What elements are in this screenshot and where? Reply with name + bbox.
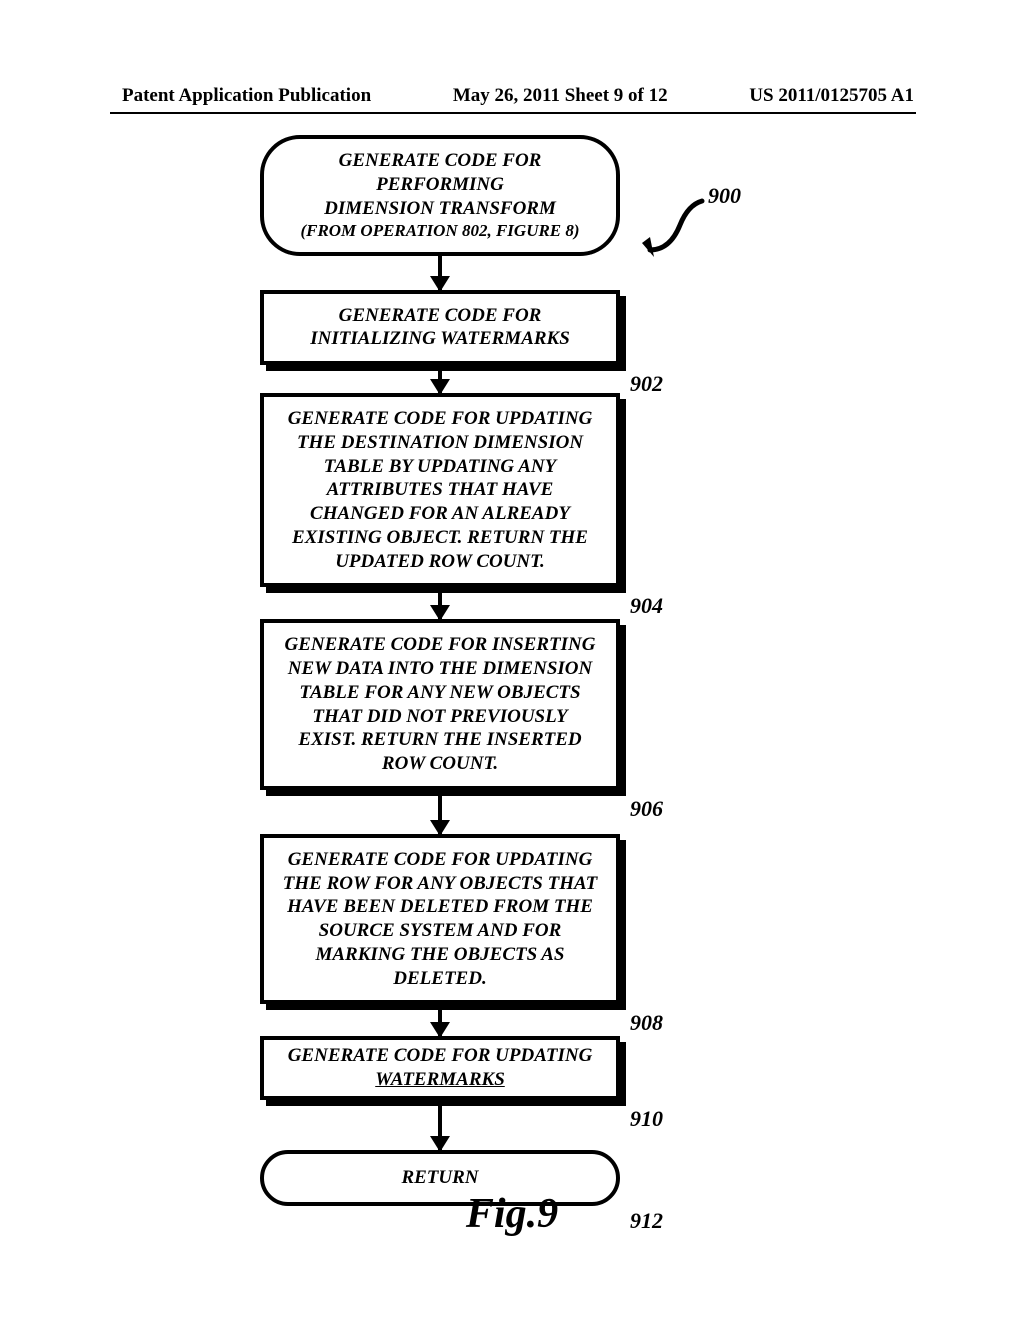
arrow-2 [438, 365, 442, 393]
s906-l3: TABLE FOR ANY NEW OBJECTS [278, 681, 602, 705]
start-line3: (FROM OPERATION 802, FIGURE 8) [286, 220, 594, 241]
return-text: RETURN [286, 1166, 594, 1190]
s906-l4: THAT DID NOT PREVIOUSLY [278, 705, 602, 729]
s904-l2: THE DESTINATION DIMENSION [278, 431, 602, 455]
process-910: GENERATE CODE FOR UPDATING WATERMARKS [260, 1036, 620, 1100]
s910-l1: GENERATE CODE FOR UPDATING [278, 1044, 602, 1068]
flowchart: GENERATE CODE FOR PERFORMING DIMENSION T… [0, 135, 1024, 1206]
header-rule [110, 112, 916, 114]
process-904: GENERATE CODE FOR UPDATING THE DESTINATI… [260, 393, 620, 587]
s902-l2: INITIALIZING WATERMARKS [278, 327, 602, 351]
s904-l4: ATTRIBUTES THAT HAVE [278, 478, 602, 502]
s904-l1: GENERATE CODE FOR UPDATING [278, 407, 602, 431]
arrow-5 [438, 1004, 442, 1036]
page-header: Patent Application Publication May 26, 2… [0, 85, 1024, 107]
terminal-start: GENERATE CODE FOR PERFORMING DIMENSION T… [260, 135, 620, 256]
s908-l5: MARKING THE OBJECTS AS [278, 943, 602, 967]
s906-l1: GENERATE CODE FOR INSERTING [278, 633, 602, 657]
s908-l1: GENERATE CODE FOR UPDATING [278, 848, 602, 872]
process-902: GENERATE CODE FOR INITIALIZING WATERMARK… [260, 290, 620, 366]
start-line2: DIMENSION TRANSFORM [286, 197, 594, 221]
s906-l5: EXIST. RETURN THE INSERTED [278, 728, 602, 752]
arrow-1 [438, 256, 442, 290]
ref-908: 908 [630, 1010, 663, 1036]
s904-l3: TABLE BY UPDATING ANY [278, 455, 602, 479]
arrow-6 [438, 1100, 442, 1150]
s908-l2: THE ROW FOR ANY OBJECTS THAT [278, 872, 602, 896]
process-908: GENERATE CODE FOR UPDATING THE ROW FOR A… [260, 834, 620, 1005]
s908-l4: SOURCE SYSTEM AND FOR [278, 919, 602, 943]
header-left: Patent Application Publication [122, 85, 371, 107]
s902-l1: GENERATE CODE FOR [278, 304, 602, 328]
arrow-3 [438, 587, 442, 619]
process-906: GENERATE CODE FOR INSERTING NEW DATA INT… [260, 619, 620, 790]
start-line1: GENERATE CODE FOR PERFORMING [286, 149, 594, 197]
s908-l3: HAVE BEEN DELETED FROM THE [278, 895, 602, 919]
ref-902: 902 [630, 371, 663, 397]
s910-l2: WATERMARKS [278, 1068, 602, 1092]
s904-l7: UPDATED ROW COUNT. [278, 550, 602, 574]
arrow-4 [438, 790, 442, 834]
header-right: US 2011/0125705 A1 [749, 85, 914, 107]
ref-904: 904 [630, 593, 663, 619]
ref-906: 906 [630, 796, 663, 822]
s904-l6: EXISTING OBJECT. RETURN THE [278, 526, 602, 550]
s908-l6: DELETED. [278, 967, 602, 991]
s904-l5: CHANGED FOR AN ALREADY [278, 502, 602, 526]
figure-label: Fig.9 [0, 1190, 1024, 1238]
header-center: May 26, 2011 Sheet 9 of 12 [453, 85, 668, 107]
ref-910: 910 [630, 1106, 663, 1132]
s906-l6: ROW COUNT. [278, 752, 602, 776]
s906-l2: NEW DATA INTO THE DIMENSION [278, 657, 602, 681]
